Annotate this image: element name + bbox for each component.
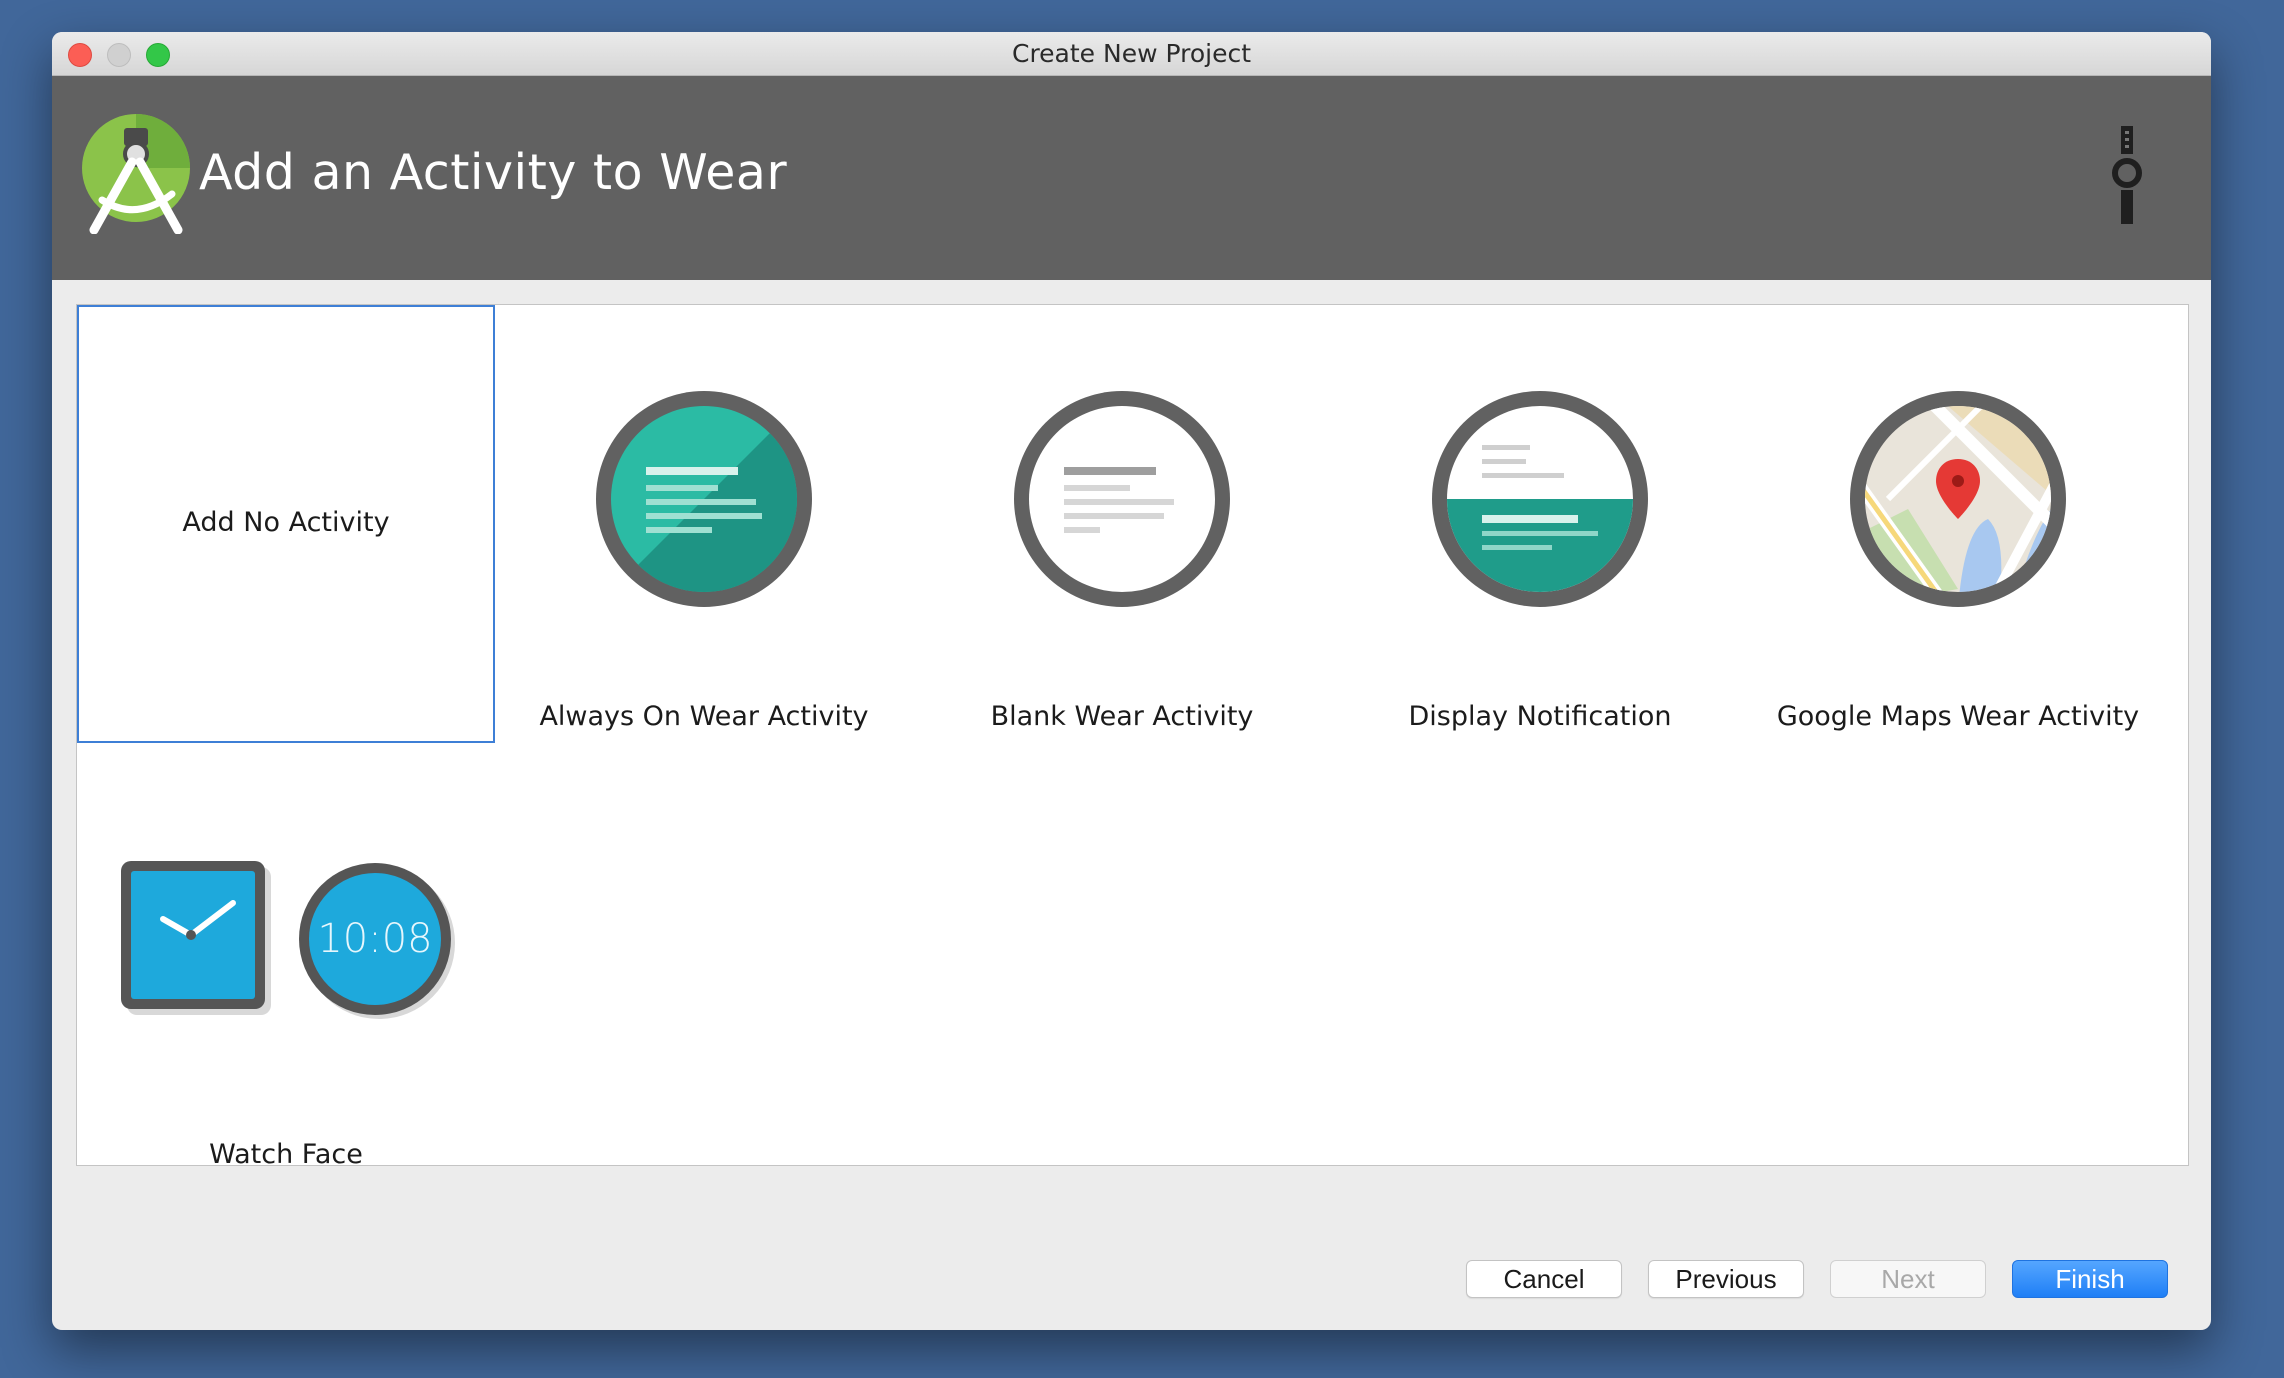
title-bar[interactable]: Create New Project [52,32,2211,76]
activity-gallery: Add No Activity Always On Wear Activity [76,304,2189,1166]
window-title: Create New Project [1011,39,1252,68]
page-title: Add an Activity to Wear [199,144,788,201]
template-label: Always On Wear Activity [539,701,869,732]
finish-button[interactable]: Finish [2012,1260,2168,1298]
create-project-window: Create New Project Add an Activity to We… [52,32,2211,1330]
template-label: Blank Wear Activity [990,701,1254,732]
android-studio-logo-icon [82,114,190,234]
template-label: Display Notification [1408,701,1672,732]
cancel-button[interactable]: Cancel [1466,1260,1622,1298]
wizard-banner: Add an Activity to Wear [52,76,2211,280]
template-watch-face[interactable]: 10:08 Watch Face [77,743,495,1166]
clock-time: 10:08 [317,916,433,962]
wear-device-icon [2112,126,2142,224]
map-watch-icon [1850,391,2066,607]
square-watchface-icon [121,861,271,1015]
template-display-notification[interactable]: Display Notification [1331,305,1749,743]
template-blank-wear-activity[interactable]: Blank Wear Activity [913,305,1331,743]
template-label: Google Maps Wear Activity [1776,701,2140,732]
next-button[interactable]: Next [1830,1260,1986,1298]
template-label: Add No Activity [182,507,390,538]
template-label: Watch Face [209,1139,363,1166]
template-add-no-activity[interactable]: Add No Activity [77,305,495,743]
always-on-watch-icon [596,391,812,607]
previous-button[interactable]: Previous [1648,1260,1804,1298]
notification-watch-icon [1432,391,1648,607]
template-always-on-wear-activity[interactable]: Always On Wear Activity [495,305,913,743]
template-google-maps-wear-activity[interactable]: Google Maps Wear Activity [1749,305,2167,743]
round-watchface-icon: 10:08 [297,861,457,1021]
blank-watch-icon [1014,391,1230,607]
